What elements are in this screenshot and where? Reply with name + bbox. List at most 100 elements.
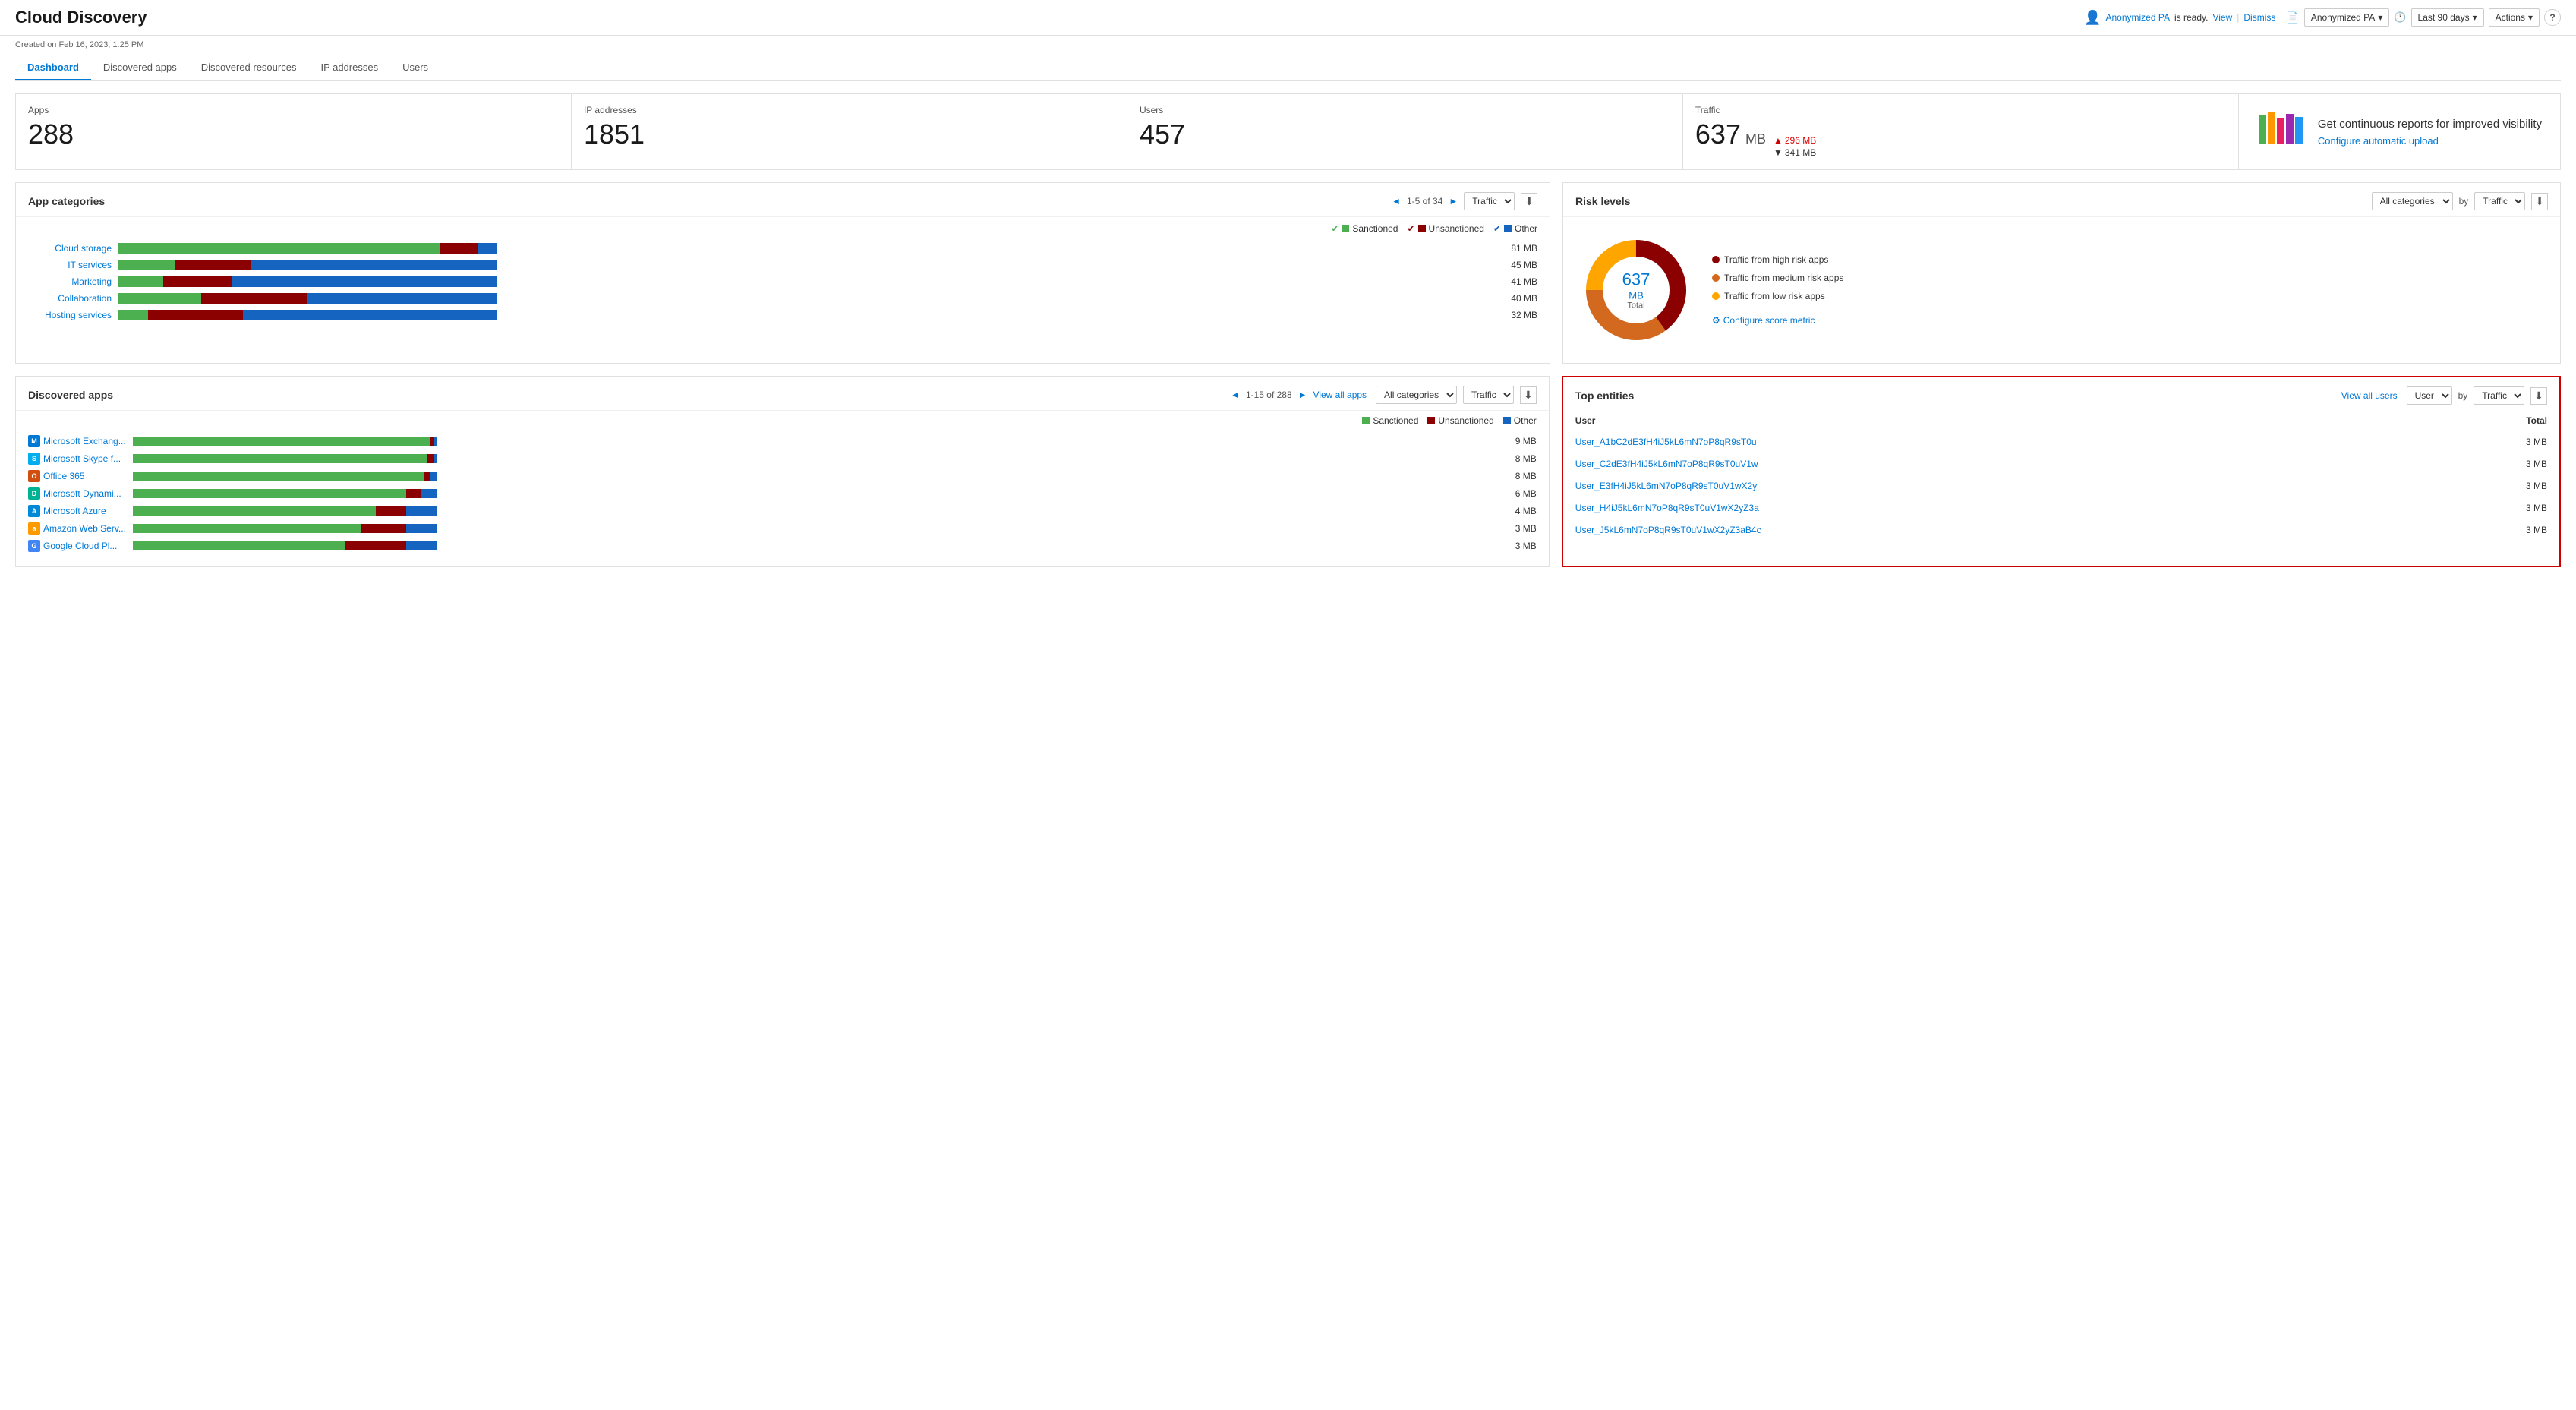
app-categories-controls: ◄ 1-5 of 34 ► Traffic ⬇	[1392, 192, 1537, 210]
legend-other: ✔ Other	[1493, 223, 1537, 234]
entity-name-1[interactable]: User_C2dE3fH4iJ5kL6mN7oP8qR9sT0uV1w	[1563, 453, 2382, 475]
entities-type-dropdown[interactable]: User	[2407, 386, 2452, 405]
apps-category-dropdown[interactable]: All categories	[1376, 386, 1457, 404]
risk-low-item: Traffic from low risk apps	[1712, 291, 1843, 301]
app-categories-sort-dropdown[interactable]: Traffic	[1464, 192, 1515, 210]
risk-medium-item: Traffic from medium risk apps	[1712, 273, 1843, 283]
risk-download-btn[interactable]: ⬇	[2531, 193, 2548, 210]
app-seg-other-6	[406, 541, 437, 550]
entity-name-3[interactable]: User_H4iJ5kL6mN7oP8qR9sT0uV1wX2yZ3a	[1563, 497, 2382, 519]
view-all-users-link[interactable]: View all users	[2341, 390, 2398, 401]
promo-configure-link[interactable]: Configure automatic upload	[2318, 135, 2439, 147]
next-page-apps-icon[interactable]: ►	[1298, 390, 1307, 400]
app-bar-value-6: 3 MB	[1506, 541, 1537, 551]
app-bar-label-3[interactable]: D Microsoft Dynami...	[28, 487, 127, 500]
configure-score-link[interactable]: ⚙ Configure score metric	[1712, 315, 1843, 326]
notification-status: is ready.	[2174, 12, 2208, 23]
download-value: 341 MB	[1785, 147, 1816, 158]
prev-page-apps-icon[interactable]: ◄	[1231, 390, 1240, 400]
app-bar-label-5[interactable]: a Amazon Web Serv...	[28, 522, 127, 535]
entities-table-row: User_E3fH4iJ5kL6mN7oP8qR9sT0uV1wX2y 3 MB	[1563, 475, 2559, 497]
app-bar-label-6[interactable]: G Google Cloud Pl...	[28, 540, 127, 552]
users-value: 457	[1140, 118, 1670, 150]
app-bar-row: D Microsoft Dynami... 6 MB	[28, 487, 1537, 500]
app-bar-row: G Google Cloud Pl... 3 MB	[28, 540, 1537, 552]
prev-page-icon[interactable]: ◄	[1392, 196, 1401, 207]
bar-label-0[interactable]: Cloud storage	[28, 243, 112, 254]
tab-discovered-apps[interactable]: Discovered apps	[91, 55, 189, 80]
bar-seg-other-2	[232, 276, 497, 287]
app-seg-sanctioned-2	[133, 472, 424, 481]
view-all-apps-link[interactable]: View all apps	[1313, 390, 1367, 400]
donut-unit: MB	[1622, 290, 1651, 301]
traffic-unit: MB	[1745, 131, 1766, 147]
app-seg-other-5	[406, 524, 437, 533]
risk-category-dropdown[interactable]: All categories	[2372, 192, 2453, 210]
traffic-stats: ▲ 296 MB ▼ 341 MB	[1774, 135, 1816, 158]
entity-name-2[interactable]: User_E3fH4iJ5kL6mN7oP8qR9sT0uV1wX2y	[1563, 475, 2382, 497]
sub-header: Created on Feb 16, 2023, 1:25 PM Dashboa…	[0, 36, 2576, 81]
app-categories-download-btn[interactable]: ⬇	[1521, 193, 1537, 210]
app-icon-2: O	[28, 470, 40, 482]
bar-label-2[interactable]: Marketing	[28, 276, 112, 287]
entity-name-4[interactable]: User_J5kL6mN7oP8qR9sT0uV1wX2yZ3aB4c	[1563, 519, 2382, 541]
app-seg-other-4	[406, 506, 437, 516]
app-seg-sanctioned-3	[133, 489, 406, 498]
legend-unsanctioned: ✔ Unsanctioned	[1407, 223, 1483, 234]
bar-value-0: 81 MB	[1503, 243, 1537, 254]
apps-legend-other-label: Other	[1514, 415, 1537, 426]
app-categories-title: App categories	[28, 195, 105, 207]
app-categories-legend: ✔ Sanctioned ✔ Unsanctioned ✔ Other	[16, 217, 1550, 237]
app-bar-label-4[interactable]: A Microsoft Azure	[28, 505, 127, 517]
help-button[interactable]: ?	[2544, 9, 2561, 26]
entities-title: Top entities	[1575, 390, 1635, 402]
actions-dropdown[interactable]: Actions ▾	[2489, 8, 2540, 27]
bar-label-4[interactable]: Hosting services	[28, 310, 112, 320]
entities-by-dropdown[interactable]: Traffic	[2474, 386, 2524, 405]
donut-value: 637	[1622, 270, 1651, 290]
next-page-icon[interactable]: ►	[1449, 196, 1458, 207]
apps-sort-dropdown[interactable]: Traffic	[1463, 386, 1514, 404]
promo-icon	[2257, 109, 2303, 154]
bar-seg-unsanctioned-2	[163, 276, 232, 287]
app-bar-container-2	[133, 472, 1500, 481]
entities-download-btn[interactable]: ⬇	[2530, 387, 2547, 405]
app-bar-container-4	[133, 506, 1500, 516]
bar-label-1[interactable]: IT services	[28, 260, 112, 270]
tab-discovered-resources[interactable]: Discovered resources	[189, 55, 309, 80]
risk-by-label: by	[2459, 196, 2469, 207]
bar-seg-unsanctioned-1	[175, 260, 251, 270]
report-name-dropdown[interactable]: Anonymized PA ▾	[2304, 8, 2390, 27]
entities-table-row: User_J5kL6mN7oP8qR9sT0uV1wX2yZ3aB4c 3 MB	[1563, 519, 2559, 541]
bar-seg-sanctioned-2	[118, 276, 163, 287]
risk-levels-header: Risk levels All categories by Traffic ⬇	[1563, 183, 2560, 217]
main-content: Apps 288 IP addresses 1851 Users 457 Tra…	[0, 81, 2576, 579]
bar-seg-sanctioned-4	[118, 310, 148, 320]
app-bar-value-2: 8 MB	[1506, 471, 1537, 481]
notification-view-link[interactable]: View	[2212, 12, 2232, 23]
upload-value: 296 MB	[1785, 135, 1816, 146]
app-bar-label-2[interactable]: O Office 365	[28, 470, 127, 482]
bar-row: Hosting services 32 MB	[28, 310, 1537, 320]
summary-cards-group: Apps 288 IP addresses 1851 Users 457 Tra…	[15, 93, 2239, 170]
entity-name-0[interactable]: User_A1bC2dE3fH4iJ5kL6mN7oP8qR9sT0u	[1563, 431, 2382, 453]
top-bar: Cloud Discovery 👤 Anonymized PA is ready…	[0, 0, 2576, 36]
tab-dashboard[interactable]: Dashboard	[15, 55, 91, 80]
tab-users[interactable]: Users	[390, 55, 440, 80]
risk-by-dropdown[interactable]: Traffic	[2474, 192, 2525, 210]
summary-card-ip: IP addresses 1851	[572, 94, 1127, 169]
summary-card-apps: Apps 288	[16, 94, 572, 169]
app-bar-value-4: 4 MB	[1506, 506, 1537, 516]
tab-ip-addresses[interactable]: IP addresses	[308, 55, 390, 80]
notification-dismiss-link[interactable]: Dismiss	[2243, 12, 2275, 23]
time-range-dropdown[interactable]: Last 90 days ▾	[2411, 8, 2484, 27]
discovered-apps-chart: M Microsoft Exchang... 9 MB S Microsoft …	[16, 429, 1549, 566]
apps-download-btn[interactable]: ⬇	[1520, 386, 1537, 404]
bar-container-2	[118, 276, 1497, 287]
app-bar-label-0[interactable]: M Microsoft Exchang...	[28, 435, 127, 447]
app-bar-label-1[interactable]: S Microsoft Skype f...	[28, 453, 127, 465]
app-icon-3: D	[28, 487, 40, 500]
app-bar-container-6	[133, 541, 1500, 550]
bar-seg-sanctioned-0	[118, 243, 440, 254]
bar-label-3[interactable]: Collaboration	[28, 293, 112, 304]
